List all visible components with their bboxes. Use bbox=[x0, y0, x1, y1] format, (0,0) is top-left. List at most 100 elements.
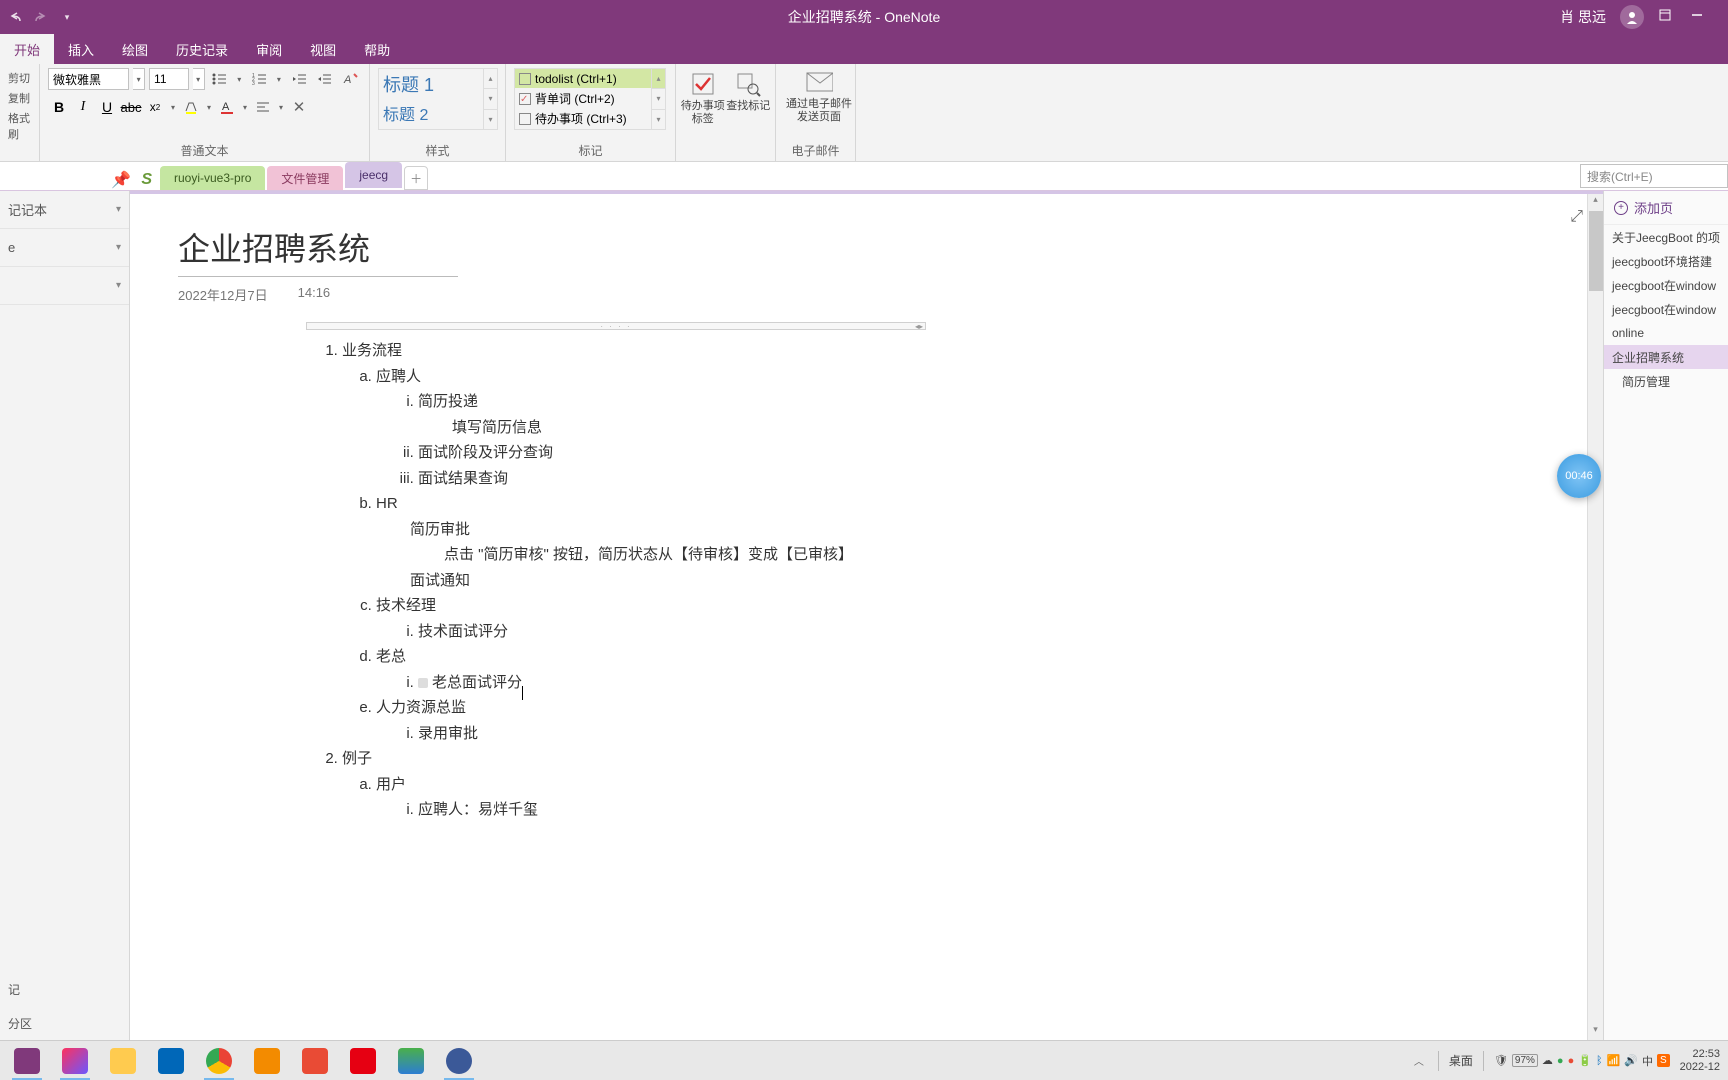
tray-overflow-icon[interactable]: ︿ bbox=[1414, 1053, 1424, 1068]
outline-item[interactable]: 老总面试评分 bbox=[432, 674, 522, 691]
note-container[interactable]: · · · ·◂▸ 业务流程 应聘人 简历投递 填写简历信息 面试阶段及评分查询 bbox=[306, 322, 926, 831]
find-tags-button[interactable]: 查找标记 bbox=[726, 70, 772, 126]
page-list-item[interactable]: jeecgboot在window bbox=[1604, 297, 1728, 321]
resize-icon[interactable]: ◂▸ bbox=[915, 322, 923, 331]
tray-ime-icon[interactable]: 中 bbox=[1642, 1053, 1653, 1069]
strikethrough-button[interactable]: abc bbox=[120, 96, 142, 118]
bullets-icon[interactable] bbox=[209, 68, 231, 90]
sync-icon[interactable]: S bbox=[141, 171, 152, 189]
outline-item[interactable]: 面试通知 bbox=[410, 568, 914, 594]
highlight-icon[interactable] bbox=[180, 96, 202, 118]
numbering-icon[interactable]: 123 bbox=[248, 68, 270, 90]
search-input[interactable]: 搜索(Ctrl+E) bbox=[1580, 164, 1728, 188]
pin-icon[interactable]: 📌 bbox=[111, 170, 131, 190]
section-dropdown[interactable]: e▾ bbox=[0, 229, 129, 267]
outline-item[interactable]: 业务流程 bbox=[342, 342, 402, 359]
add-page-button[interactable]: +添加页 bbox=[1604, 191, 1728, 225]
subscript-button[interactable]: x2 bbox=[144, 96, 166, 118]
outline-item[interactable]: HR bbox=[376, 495, 398, 512]
outline-item[interactable]: 例子 bbox=[342, 750, 372, 767]
avatar[interactable] bbox=[1620, 5, 1644, 29]
more-icon[interactable]: ▾ bbox=[652, 109, 665, 129]
section-expand[interactable]: ▾ bbox=[0, 267, 129, 305]
chevron-up-icon[interactable]: ▴ bbox=[652, 69, 665, 88]
page-list-item[interactable]: 企业招聘系统 bbox=[1604, 345, 1728, 369]
tab-review[interactable]: 审阅 bbox=[242, 34, 296, 64]
copy-button[interactable]: 复制 bbox=[8, 88, 31, 108]
chevron-down-icon[interactable]: ▾ bbox=[652, 88, 665, 108]
add-section-button[interactable]: ＋ bbox=[404, 166, 428, 190]
qat-customize-icon[interactable]: ▾ bbox=[58, 8, 76, 26]
chevron-down-icon[interactable]: ▾ bbox=[276, 96, 286, 118]
tab-history[interactable]: 历史记录 bbox=[162, 34, 242, 64]
timer-badge[interactable]: 00:46 bbox=[1557, 454, 1601, 498]
chevron-down-icon[interactable]: ▾ bbox=[193, 68, 205, 90]
align-icon[interactable] bbox=[252, 96, 274, 118]
chevron-down-icon[interactable]: ▾ bbox=[168, 96, 178, 118]
section-tab-files[interactable]: 文件管理 bbox=[267, 166, 343, 190]
page-list-item[interactable]: online bbox=[1604, 321, 1728, 345]
redo-icon[interactable] bbox=[32, 8, 50, 26]
taskbar-youdao-icon[interactable] bbox=[340, 1042, 386, 1080]
outline-item[interactable]: 简历投递 bbox=[418, 393, 478, 410]
indent-icon[interactable] bbox=[314, 68, 336, 90]
outline-item[interactable]: 应聘人 bbox=[376, 368, 421, 385]
italic-button[interactable]: I bbox=[72, 96, 94, 118]
section-tab-jeecg[interactable]: jeecg bbox=[345, 162, 402, 188]
scroll-down-icon[interactable]: ▾ bbox=[1588, 1024, 1603, 1040]
outline-item[interactable]: 人力资源总监 bbox=[376, 699, 466, 716]
tab-insert[interactable]: 插入 bbox=[54, 34, 108, 64]
outline-item[interactable]: 面试结果查询 bbox=[418, 470, 508, 487]
more-icon[interactable]: ▾ bbox=[484, 109, 497, 129]
tray-volume-icon[interactable]: 🔊 bbox=[1624, 1054, 1638, 1067]
scroll-thumb[interactable] bbox=[1589, 211, 1603, 291]
chevron-up-icon[interactable]: ▴ bbox=[484, 69, 497, 88]
outline-item[interactable]: 点击 "简历审核" 按钮，简历状态从【待审核】变成【已审核】 bbox=[410, 542, 914, 568]
user-name[interactable]: 肖 思远 bbox=[1560, 7, 1606, 27]
outline-item[interactable]: 技术经理 bbox=[376, 597, 436, 614]
ribbon-mode-icon[interactable] bbox=[1658, 8, 1676, 26]
chevron-down-icon[interactable]: ▾ bbox=[133, 68, 145, 90]
todo-tag-button[interactable]: 待办事项标签 bbox=[680, 70, 726, 126]
sidebar-sections-label[interactable]: 分区 bbox=[8, 1015, 32, 1032]
tray-app-icon[interactable]: ● bbox=[1568, 1055, 1575, 1067]
chevron-down-icon[interactable]: ▾ bbox=[240, 96, 250, 118]
taskbar-onenote-icon[interactable] bbox=[4, 1042, 50, 1080]
page-list-item[interactable]: jeecgboot在window bbox=[1604, 273, 1728, 297]
chevron-down-icon[interactable]: ▾ bbox=[234, 68, 244, 90]
page-list-item[interactable]: 关于JeecgBoot 的项 bbox=[1604, 225, 1728, 249]
underline-button[interactable]: U bbox=[96, 96, 118, 118]
tray-security-icon[interactable]: 🛡 bbox=[1494, 1054, 1508, 1067]
outline-item[interactable]: 录用审批 bbox=[418, 725, 478, 742]
outline-item[interactable]: 老总 bbox=[376, 648, 406, 665]
taskbar-app-icon[interactable] bbox=[148, 1042, 194, 1080]
taskbar-explorer-icon[interactable] bbox=[100, 1042, 146, 1080]
tab-help[interactable]: 帮助 bbox=[350, 34, 404, 64]
page-time[interactable]: 14:16 bbox=[298, 285, 331, 304]
tab-home[interactable]: 开始 bbox=[0, 34, 54, 64]
chevron-down-icon[interactable]: ▾ bbox=[204, 96, 214, 118]
tray-desktop-label[interactable]: 桌面 bbox=[1449, 1052, 1473, 1069]
outline-item[interactable]: 技术面试评分 bbox=[418, 623, 508, 640]
tray-wifi-icon[interactable]: 📶 bbox=[1607, 1054, 1621, 1067]
vertical-scrollbar[interactable]: ▴ ▾ bbox=[1587, 194, 1603, 1040]
tray-clock[interactable]: 22:53 2022-12 bbox=[1680, 1048, 1720, 1072]
cut-button[interactable]: 剪切 bbox=[8, 68, 31, 88]
scroll-up-icon[interactable]: ▴ bbox=[1588, 194, 1603, 210]
tray-cloud-icon[interactable]: ☁ bbox=[1542, 1054, 1553, 1067]
page-title[interactable]: 企业招聘系统 bbox=[178, 224, 1603, 270]
format-painter-button[interactable]: 格式刷 bbox=[8, 108, 31, 144]
sidebar-notes-label[interactable]: 记 bbox=[8, 981, 20, 998]
font-color-icon[interactable]: A bbox=[216, 96, 238, 118]
page-list-item[interactable]: 简历管理 bbox=[1604, 369, 1728, 393]
outdent-icon[interactable] bbox=[288, 68, 310, 90]
outline-item[interactable]: 填写简历信息 bbox=[418, 415, 914, 441]
chevron-down-icon[interactable]: ▾ bbox=[274, 68, 284, 90]
tray-sogou-icon[interactable]: S bbox=[1657, 1054, 1670, 1067]
outline-item[interactable]: 简历审批 bbox=[410, 517, 914, 543]
tag-todo[interactable]: 待办事项 (Ctrl+3) bbox=[515, 109, 665, 128]
minimize-icon[interactable] bbox=[1690, 8, 1708, 26]
tab-draw[interactable]: 绘图 bbox=[108, 34, 162, 64]
tag-vocab[interactable]: 背单词 (Ctrl+2) bbox=[515, 89, 665, 108]
page-list-item[interactable]: jeecgboot环境搭建 bbox=[1604, 249, 1728, 273]
